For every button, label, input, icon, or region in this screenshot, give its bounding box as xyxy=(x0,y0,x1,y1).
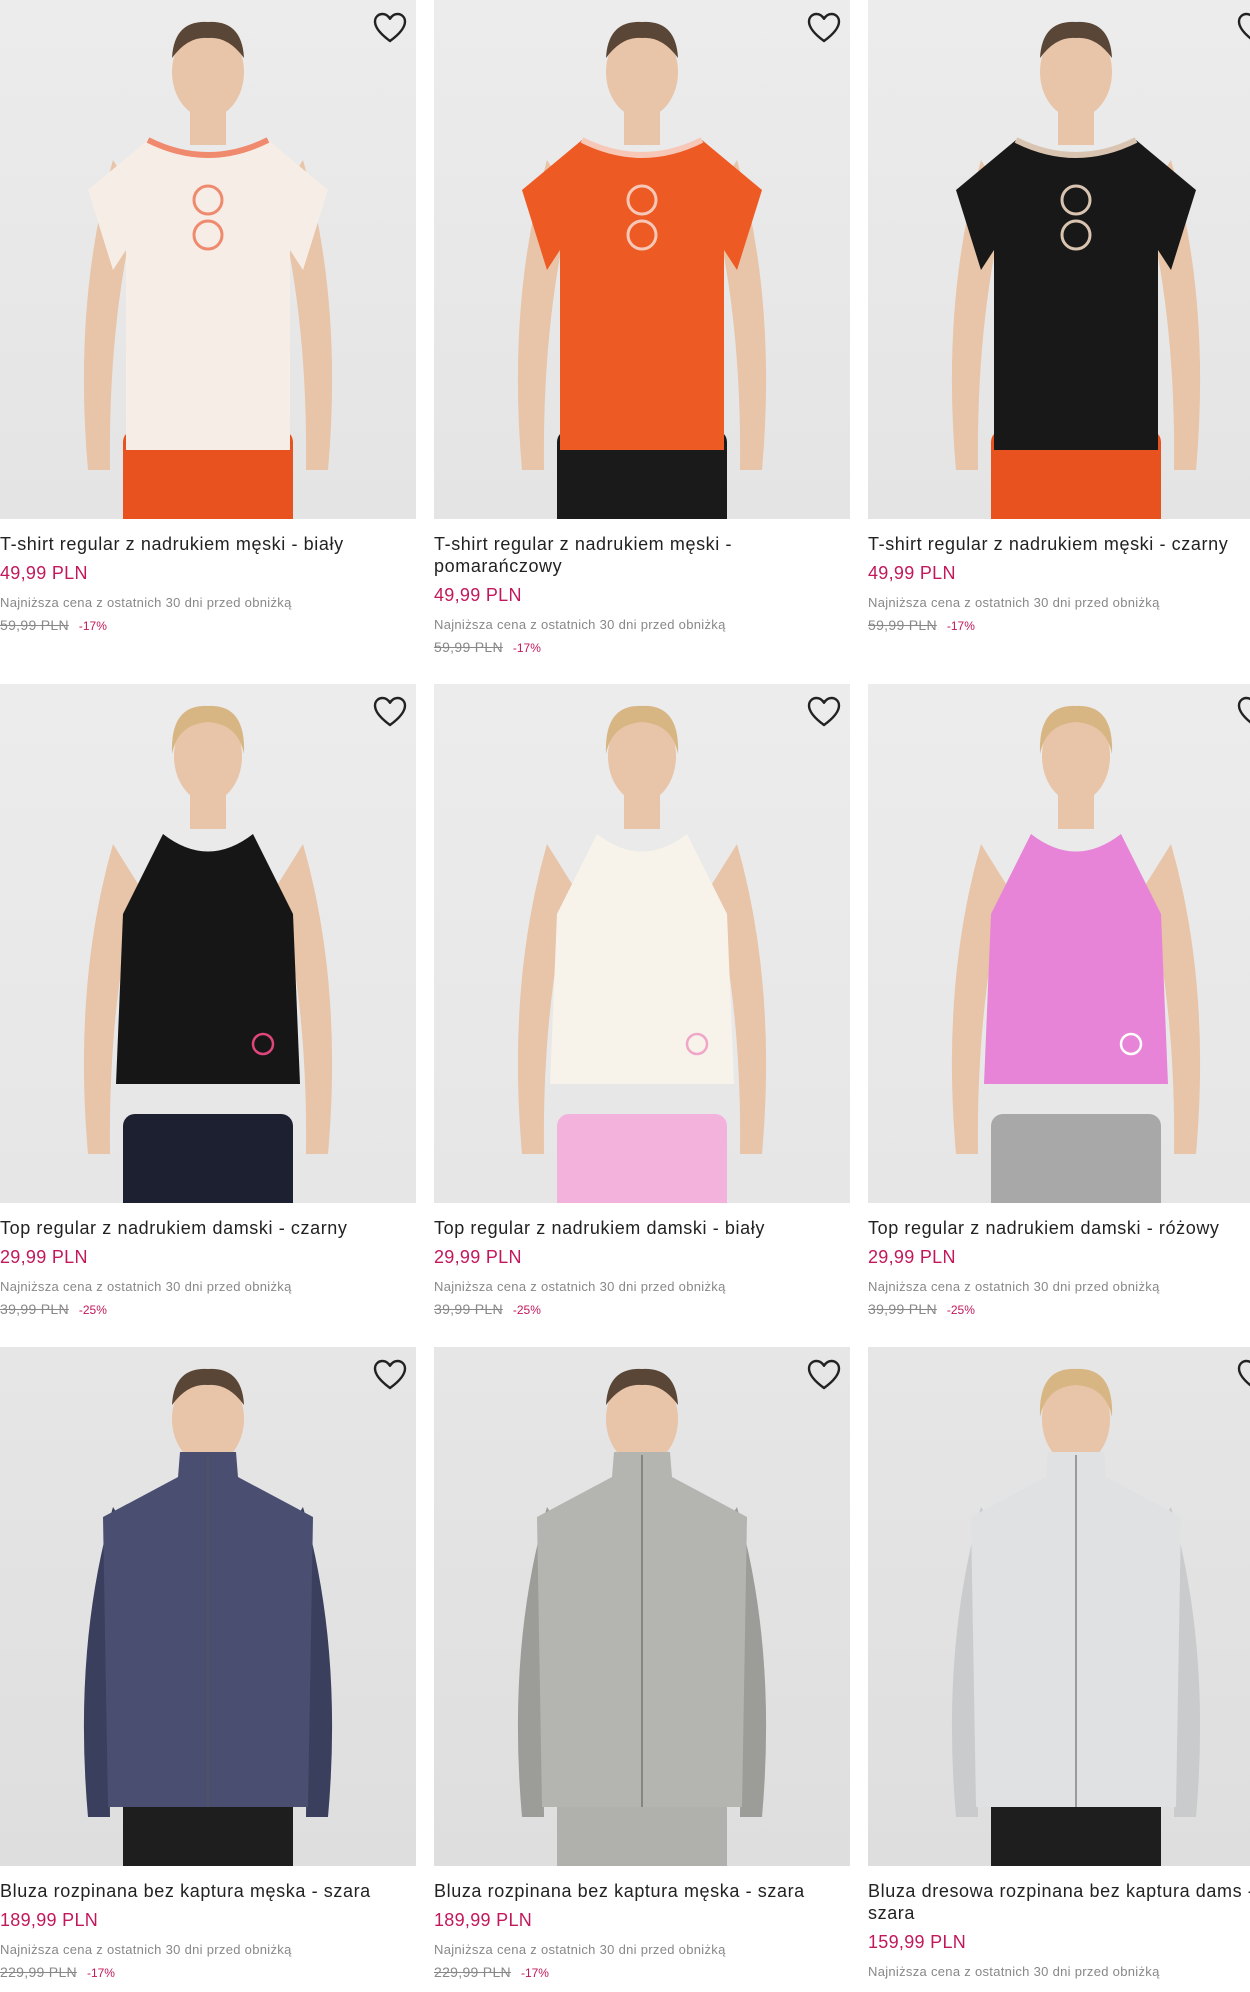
heart-outline-icon xyxy=(1237,12,1250,40)
old-price: 39,99 PLN xyxy=(434,1301,503,1317)
wishlist-button[interactable] xyxy=(372,694,408,730)
product-image[interactable] xyxy=(868,0,1250,519)
old-price: 229,99 PLN xyxy=(434,1964,511,1980)
heart-outline-icon xyxy=(807,1359,841,1390)
old-price-row: 59,99 PLN -17% xyxy=(868,616,1250,635)
old-price: 59,99 PLN xyxy=(0,617,69,633)
wishlist-button[interactable] xyxy=(806,10,842,46)
product-image[interactable] xyxy=(868,684,1250,1203)
product-image[interactable] xyxy=(434,0,850,519)
wishlist-button[interactable] xyxy=(806,1357,842,1393)
product-price: 49,99 PLN xyxy=(868,563,956,583)
product-image[interactable] xyxy=(434,1347,850,1866)
lowest-price-note: Najniższa cena z ostatnich 30 dni przed … xyxy=(0,1942,292,1957)
lowest-price-note: Najniższa cena z ostatnich 30 dni przed … xyxy=(434,1279,726,1294)
product-card[interactable]: T-shirt regular z nadrukiem męski - poma… xyxy=(434,0,850,657)
old-price: 59,99 PLN xyxy=(434,639,503,655)
product-card[interactable]: Top regular z nadrukiem damski - czarny … xyxy=(0,684,416,1319)
lowest-price-note: Najniższa cena z ostatnich 30 dni przed … xyxy=(434,617,726,632)
product-title[interactable]: Bluza dresowa rozpinana bez kaptura dams… xyxy=(868,1880,1250,1924)
lowest-price-note: Najniższa cena z ostatnich 30 dni przed … xyxy=(434,1942,726,1957)
wishlist-button[interactable] xyxy=(372,1357,408,1393)
product-title[interactable]: Top regular z nadrukiem damski - czarny xyxy=(0,1217,410,1239)
discount-badge: -17% xyxy=(512,641,541,655)
old-price-row: 39,99 PLN -25% xyxy=(0,1300,416,1319)
product-grid: T-shirt regular z nadrukiem męski - biał… xyxy=(0,0,1250,1992)
product-card[interactable]: Bluza rozpinana bez kaptura męska - szar… xyxy=(434,1347,850,1982)
heart-outline-icon xyxy=(373,12,407,43)
model-figure xyxy=(83,1368,333,1866)
lowest-price-note: Najniższa cena z ostatnich 30 dni przed … xyxy=(0,595,292,610)
product-card[interactable]: Bluza rozpinana bez kaptura męska - szar… xyxy=(0,1347,416,1982)
product-image[interactable] xyxy=(434,684,850,1203)
model-figure xyxy=(83,705,333,1203)
model-figure xyxy=(517,21,767,519)
heart-outline-icon xyxy=(1237,696,1250,724)
old-price-row: 229,99 PLN -17% xyxy=(0,1963,416,1982)
product-price: 29,99 PLN xyxy=(868,1247,956,1267)
product-price: 49,99 PLN xyxy=(434,585,522,605)
product-image[interactable] xyxy=(0,684,416,1203)
wishlist-button[interactable] xyxy=(1236,1357,1250,1393)
heart-outline-icon xyxy=(807,696,841,727)
product-title[interactable]: T-shirt regular z nadrukiem męski - biał… xyxy=(0,533,410,555)
lowest-price-note: Najniższa cena z ostatnich 30 dni przed … xyxy=(868,595,1160,610)
product-image[interactable] xyxy=(0,1347,416,1866)
product-card[interactable]: T-shirt regular z nadrukiem męski - czar… xyxy=(868,0,1250,635)
model-figure xyxy=(517,1368,767,1866)
old-price: 229,99 PLN xyxy=(0,1964,77,1980)
wishlist-button[interactable] xyxy=(806,694,842,730)
old-price-row: 39,99 PLN -25% xyxy=(868,1300,1250,1319)
product-title[interactable]: Top regular z nadrukiem damski - biały xyxy=(434,1217,844,1239)
product-image[interactable] xyxy=(868,1347,1250,1866)
product-card[interactable]: T-shirt regular z nadrukiem męski - biał… xyxy=(0,0,416,635)
heart-outline-icon xyxy=(373,696,407,727)
old-price: 59,99 PLN xyxy=(868,617,937,633)
old-price-row: 39,99 PLN -25% xyxy=(434,1300,850,1319)
lowest-price-note: Najniższa cena z ostatnich 30 dni przed … xyxy=(0,1279,292,1294)
model-figure xyxy=(951,21,1201,519)
model-figure xyxy=(951,1368,1201,1866)
product-price: 189,99 PLN xyxy=(434,1910,533,1930)
model-figure xyxy=(83,21,333,519)
old-price: 39,99 PLN xyxy=(0,1301,69,1317)
product-price: 29,99 PLN xyxy=(0,1247,88,1267)
product-title[interactable]: Top regular z nadrukiem damski - różowy xyxy=(868,1217,1250,1239)
product-price: 29,99 PLN xyxy=(434,1247,522,1267)
product-price: 189,99 PLN xyxy=(0,1910,99,1930)
model-figure xyxy=(951,705,1201,1203)
discount-badge: -17% xyxy=(520,1966,549,1980)
heart-outline-icon xyxy=(1237,1359,1250,1387)
old-price-row: 59,99 PLN -17% xyxy=(434,638,850,657)
old-price: 39,99 PLN xyxy=(868,1301,937,1317)
product-card[interactable]: Top regular z nadrukiem damski - różowy … xyxy=(868,684,1250,1319)
old-price-row: 59,99 PLN -17% xyxy=(0,616,416,635)
heart-outline-icon xyxy=(373,1359,407,1390)
lowest-price-note: Najniższa cena z ostatnich 30 dni przed … xyxy=(868,1964,1160,1979)
model-figure xyxy=(517,705,767,1203)
wishlist-button[interactable] xyxy=(1236,10,1250,46)
product-price: 49,99 PLN xyxy=(0,563,88,583)
lowest-price-note: Najniższa cena z ostatnich 30 dni przed … xyxy=(868,1279,1160,1294)
product-title[interactable]: Bluza rozpinana bez kaptura męska - szar… xyxy=(434,1880,844,1902)
product-card[interactable]: Bluza dresowa rozpinana bez kaptura dams… xyxy=(868,1347,1250,1980)
product-image[interactable] xyxy=(0,0,416,519)
wishlist-button[interactable] xyxy=(372,10,408,46)
discount-badge: -17% xyxy=(86,1966,115,1980)
discount-badge: -25% xyxy=(78,1303,107,1317)
discount-badge: -17% xyxy=(78,619,107,633)
product-title[interactable]: T-shirt regular z nadrukiem męski - poma… xyxy=(434,533,844,577)
product-card[interactable]: Top regular z nadrukiem damski - biały 2… xyxy=(434,684,850,1319)
discount-badge: -25% xyxy=(946,1303,975,1317)
old-price-row: 229,99 PLN -17% xyxy=(434,1963,850,1982)
discount-badge: -17% xyxy=(946,619,975,633)
discount-badge: -25% xyxy=(512,1303,541,1317)
product-title[interactable]: Bluza rozpinana bez kaptura męska - szar… xyxy=(0,1880,410,1902)
heart-outline-icon xyxy=(807,12,841,43)
product-title[interactable]: T-shirt regular z nadrukiem męski - czar… xyxy=(868,533,1250,555)
product-price: 159,99 PLN xyxy=(868,1932,967,1952)
wishlist-button[interactable] xyxy=(1236,694,1250,730)
